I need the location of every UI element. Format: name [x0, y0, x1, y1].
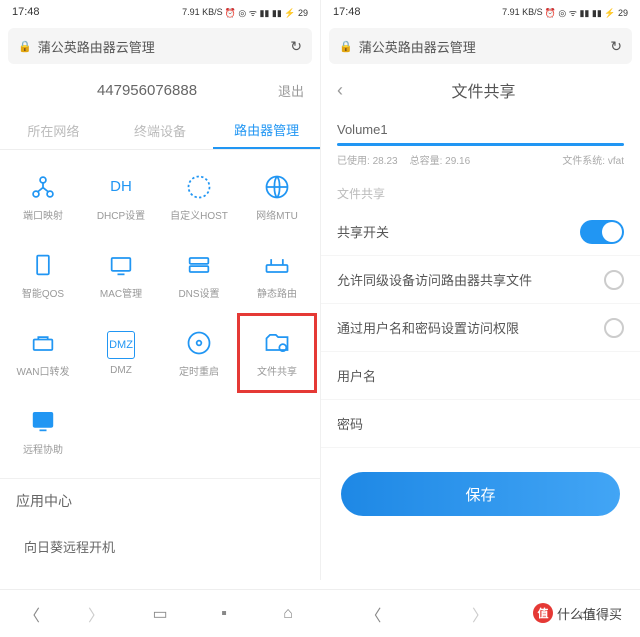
- row-allow-peers[interactable]: 允许同级设备访问路由器共享文件: [321, 256, 640, 304]
- page-title: 文件共享: [343, 78, 624, 102]
- tabs: 所在网络 终端设备 路由器管理: [0, 112, 320, 150]
- status-bar: 17:48 7.91 KB/S⏰ ◎ ᯤ ▮▮ ▮▮ ⚡ 29: [321, 0, 640, 24]
- router-icon: [263, 251, 291, 279]
- mtu-icon: [263, 173, 291, 201]
- exit-button[interactable]: 退出: [278, 81, 304, 100]
- grid-mtu[interactable]: 网络MTU: [238, 158, 316, 236]
- lock-icon: 🔒: [339, 40, 353, 53]
- wan-icon: [29, 329, 57, 357]
- grid-scheduled-reboot[interactable]: 定时重启: [160, 314, 238, 392]
- row-share-switch[interactable]: 共享开关: [321, 208, 640, 256]
- grid-static-route[interactable]: 静态路由: [238, 236, 316, 314]
- screen-router-settings: 17:48 7.91 KB/S⏰ ◎ ᯤ ▮▮ ▮▮ ⚡ 29 🔒 蒲公英路由器…: [0, 0, 320, 580]
- grid-dhcp[interactable]: DHDHCP设置: [82, 158, 160, 236]
- grid-dns[interactable]: DNS设置: [160, 236, 238, 314]
- dns-icon: [185, 251, 213, 279]
- remote-icon: [29, 407, 57, 435]
- nav-menu-icon[interactable]: ⌂: [270, 596, 306, 632]
- browser-nav-left: 〈 〉 ▭ ▪ ⌂: [0, 589, 320, 637]
- qos-icon: [29, 251, 57, 279]
- row-username[interactable]: 用户名: [321, 352, 640, 400]
- grid-file-share[interactable]: 文件共享: [238, 314, 316, 392]
- nav-forward-icon[interactable]: 〉: [462, 596, 498, 632]
- app-center-header: 应用中心: [0, 478, 320, 523]
- address-bar[interactable]: 🔒 蒲公英路由器云管理 ↻: [329, 28, 632, 64]
- tab-network[interactable]: 所在网络: [0, 112, 107, 149]
- device-header: 447956076888 退出: [0, 68, 320, 112]
- grid-remote-assist[interactable]: 远程协助: [4, 392, 82, 470]
- app-sunflower-wol[interactable]: 向日葵远程开机: [0, 523, 320, 570]
- grid-custom-host[interactable]: 自定义HOST: [160, 158, 238, 236]
- row-password[interactable]: 密码: [321, 400, 640, 448]
- nav-home-icon[interactable]: ▭: [142, 596, 178, 632]
- dmz-icon: DMZ: [107, 331, 135, 359]
- refresh-icon[interactable]: ↻: [610, 38, 622, 55]
- tab-devices[interactable]: 终端设备: [107, 112, 214, 149]
- row-auth[interactable]: 通过用户名和密码设置访问权限: [321, 304, 640, 352]
- grid-qos[interactable]: 智能QOS: [4, 236, 82, 314]
- tab-router-mgmt[interactable]: 路由器管理: [213, 112, 320, 149]
- address-text: 蒲公英路由器云管理: [38, 37, 155, 56]
- volume-info: Volume1 已使用: 28.23 总容量: 29.16 文件系统: vfat: [321, 112, 640, 171]
- nav-back-icon[interactable]: 〈: [355, 596, 391, 632]
- grid-port-mapping[interactable]: 端口映射: [4, 158, 82, 236]
- screen-file-share: 17:48 7.91 KB/S⏰ ◎ ᯤ ▮▮ ▮▮ ⚡ 29 🔒 蒲公英路由器…: [320, 0, 640, 580]
- volume-name: Volume1: [337, 122, 624, 137]
- host-icon: [185, 173, 213, 201]
- allow-radio[interactable]: [604, 270, 624, 290]
- nav-tabs-icon[interactable]: ▪: [206, 596, 242, 632]
- dhcp-icon: DH: [107, 173, 135, 201]
- port-mapping-icon: [29, 173, 57, 201]
- device-id: 447956076888: [16, 82, 278, 99]
- address-bar[interactable]: 🔒 蒲公英路由器云管理 ↻: [8, 28, 312, 64]
- save-button[interactable]: 保存: [341, 472, 620, 516]
- grid-mac[interactable]: MAC管理: [82, 236, 160, 314]
- grid-dmz[interactable]: DMZDMZ: [82, 314, 160, 392]
- lock-icon: 🔒: [18, 40, 32, 53]
- watermark: 值 什么值得买: [533, 603, 622, 623]
- smzdm-logo-icon: 值: [533, 603, 553, 623]
- status-icons: 7.91 KB/S⏰ ◎ ᯤ ▮▮ ▮▮ ⚡ 29: [182, 6, 308, 19]
- page-title-bar: ‹ 文件共享: [321, 68, 640, 112]
- settings-grid: 端口映射 DHDHCP设置 自定义HOST 网络MTU 智能QOS MAC管理 …: [0, 150, 320, 478]
- nav-forward-icon[interactable]: 〉: [78, 596, 114, 632]
- auth-radio[interactable]: [604, 318, 624, 338]
- refresh-icon[interactable]: ↻: [290, 38, 302, 55]
- status-bar: 17:48 7.91 KB/S⏰ ◎ ᯤ ▮▮ ▮▮ ⚡ 29: [0, 0, 320, 24]
- section-file-share: 文件共享: [321, 171, 640, 208]
- volume-progress: [337, 143, 624, 146]
- mac-icon: [107, 251, 135, 279]
- grid-wan-forward[interactable]: WAN口转发: [4, 314, 82, 392]
- file-share-icon: [263, 329, 291, 357]
- share-toggle[interactable]: [580, 220, 624, 244]
- reboot-icon: [185, 329, 213, 357]
- nav-back-icon[interactable]: 〈: [14, 596, 50, 632]
- status-time: 17:48: [12, 6, 40, 18]
